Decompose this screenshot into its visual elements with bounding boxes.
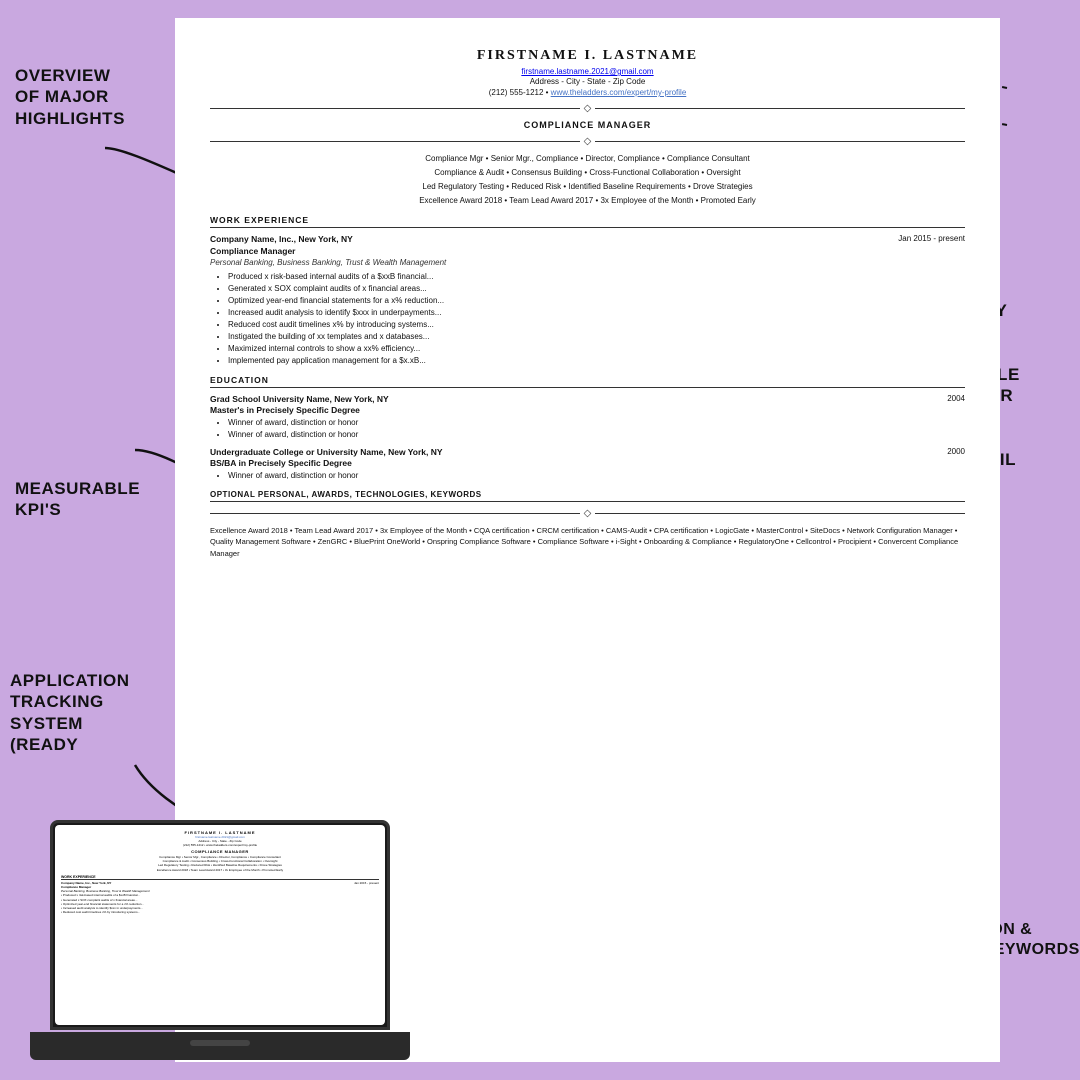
education-title: EDUCATION xyxy=(210,375,965,388)
edu1-school: Grad School University Name, New York, N… xyxy=(210,394,389,404)
work-experience-title: WORK EXPERIENCE xyxy=(210,215,965,228)
diamond-left: ◇ xyxy=(584,103,592,114)
bullet-4: Increased audit analysis to identify $xx… xyxy=(228,307,965,319)
edu2-bullets: Winner of award, distinction or honor xyxy=(210,470,965,482)
resume-email[interactable]: firstname.lastname.2021@gmail.com xyxy=(210,67,965,76)
edu2-block: Undergraduate College or University Name… xyxy=(210,447,965,482)
job1-company: Company Name, Inc., New York, NY xyxy=(210,234,353,244)
edu1-degree: Master's in Precisely Specific Degree xyxy=(210,405,965,415)
resume-name: FIRSTNAME I. LASTNAME xyxy=(210,48,965,64)
title-divider: ◇ xyxy=(210,103,965,114)
resume-address: Address - City - State - Zip Code xyxy=(210,77,965,86)
edu1-bullets: Winner of award, distinction or honor Wi… xyxy=(210,417,965,441)
title-divider-bottom: ◇ xyxy=(210,136,965,147)
edu2-bullet1: Winner of award, distinction or honor xyxy=(228,470,965,482)
edu2-header: Undergraduate College or University Name… xyxy=(210,447,965,457)
edu1-year: 2004 xyxy=(947,394,965,404)
mini-title: COMPLIANCE MANAGER xyxy=(61,849,379,854)
resume-title: COMPLIANCE MANAGER xyxy=(210,120,965,130)
optional-divider: ◇ xyxy=(210,508,965,519)
bullet-8: Implemented pay application management f… xyxy=(228,355,965,367)
edu1-bullet2: Winner of award, distinction or honor xyxy=(228,429,965,441)
edu1-bullet1: Winner of award, distinction or honor xyxy=(228,417,965,429)
mini-dates: Jan 2015 - present xyxy=(354,881,379,885)
laptop-screen: FIRSTNAME I. LASTNAME firstname.lastname… xyxy=(50,820,390,1030)
laptop-thumbnail: FIRSTNAME I. LASTNAME firstname.lastname… xyxy=(30,820,410,1060)
mini-bullets: • Produced x risk-based internal audits … xyxy=(61,893,379,914)
edu2-year: 2000 xyxy=(947,447,965,457)
bullet-3: Optimized year-end financial statements … xyxy=(228,295,965,307)
job1-header: Company Name, Inc., New York, NY Jan 201… xyxy=(210,234,965,244)
bullet-5: Reduced cost audit timelines x% by intro… xyxy=(228,319,965,331)
diamond-right: ◇ xyxy=(584,136,592,147)
mini-phone: (212) 555-1212 • www.theladders.com/expe… xyxy=(61,843,379,847)
page-wrapper: OVERVIEWOF MAJORHIGHLIGHTS MEASURABLEKPI… xyxy=(0,0,1080,1080)
edu2-degree: BS/BA in Precisely Specific Degree xyxy=(210,458,965,468)
mini-summary: Compliance Mgr • Senior Mgr., Compliance… xyxy=(61,855,379,872)
job1-title: Compliance Manager xyxy=(210,246,965,256)
mini-work-title: WORK EXPERIENCE xyxy=(61,875,379,880)
label-overview: OVERVIEWOF MAJORHIGHLIGHTS xyxy=(15,65,163,129)
bullet-1: Produced x risk-based internal audits of… xyxy=(228,271,965,283)
summary-line1: Compliance Mgr • Senior Mgr., Compliance… xyxy=(210,153,965,165)
laptop-screen-inner: FIRSTNAME I. LASTNAME firstname.lastname… xyxy=(55,825,385,1025)
opt-diamond: ◇ xyxy=(584,508,592,519)
laptop-base xyxy=(30,1032,410,1060)
job1-bullets: Produced x risk-based internal audits of… xyxy=(210,271,965,367)
bullet-6: Instigated the building of xx templates … xyxy=(228,331,965,343)
optional-text: Excellence Award 2018 • Team Lead Award … xyxy=(210,525,965,559)
job1-subtitle: Personal Banking, Business Banking, Trus… xyxy=(210,258,965,267)
optional-title: OPTIONAL PERSONAL, AWARDS, TECHNOLOGIES,… xyxy=(210,490,965,502)
bullet-2: Generated x SOX complaint audits of x fi… xyxy=(228,283,965,295)
edu2-school: Undergraduate College or University Name… xyxy=(210,447,443,457)
edu1-header: Grad School University Name, New York, N… xyxy=(210,394,965,404)
summary-line3: Led Regulatory Testing • Reduced Risk • … xyxy=(210,181,965,193)
summary-line2: Compliance & Audit • Consensus Building … xyxy=(210,167,965,179)
summary-line4: Excellence Award 2018 • Team Lead Award … xyxy=(210,195,965,207)
bullet-7: Maximized internal controls to show a xx… xyxy=(228,343,965,355)
label-ats: APPLICATIONTRACKINGSYSTEM(READY xyxy=(10,670,158,755)
resume-phone-linkedin[interactable]: (212) 555-1212 • www.theladders.com/expe… xyxy=(210,88,965,97)
job1-dates: Jan 2015 - present xyxy=(898,234,965,244)
